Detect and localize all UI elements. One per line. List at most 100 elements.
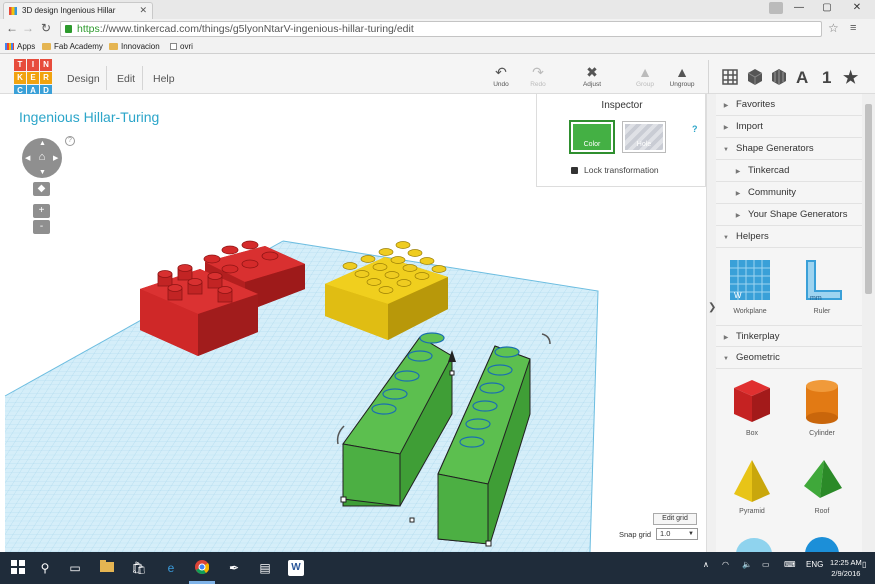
panel-scrollbar[interactable] [862,94,875,552]
view-help-icon[interactable]: ? [65,136,75,146]
notepad-icon[interactable]: ▤ [257,560,273,576]
workplane-canvas[interactable]: Ingenious Hillar-Turing ▲ ▼ ◀ ▶ ⌂ ? ◆ + … [0,94,706,552]
file-explorer-icon[interactable] [99,560,115,576]
tinkercad-logo[interactable]: T I N K E R C A D [14,59,54,99]
wifi-icon[interactable]: ◠ [722,560,729,569]
number-icon[interactable]: 1 [822,68,831,88]
forward-icon[interactable]: → [22,21,34,35]
window-close-icon[interactable]: ✕ [843,2,871,13]
shape-cylinder[interactable]: Cylinder [792,376,852,437]
design-title[interactable]: Ingenious Hillar-Turing [19,109,159,125]
bookmark-fab-academy[interactable]: Fab Academy [42,41,103,52]
orbit-down-icon[interactable]: ▼ [39,169,46,176]
tool-label: Undo [493,81,509,88]
tray-up-icon[interactable]: ∧ [703,560,709,569]
lock-transformation-toggle[interactable]: Lock transformation [571,165,659,175]
menu-help[interactable]: Help [153,73,175,85]
menu-design[interactable]: Design [67,73,100,85]
logo-letter: T [14,59,26,71]
notifications-icon[interactable]: ▯ [862,560,866,569]
profile-icon[interactable] [769,2,783,14]
chrome-menu-icon[interactable]: ≡ [850,22,856,34]
shape-pyramid[interactable]: Pyramid [722,458,782,515]
fit-view-button[interactable]: ◆ [33,182,50,196]
section-favorites[interactable]: ▶ Favorites [716,94,862,116]
bookmark-apps[interactable]: Apps [5,41,35,52]
shape-label: Pyramid [739,508,765,515]
shape-round-roof[interactable] [722,534,782,552]
hole-swatch[interactable]: Hole [623,122,665,152]
shape-label: Ruler [813,308,831,315]
hole-label: Hole [636,141,652,148]
address-bar[interactable]: https://www.tinkercad.com/things/g5lyonN… [60,21,822,37]
section-your-shape-generators[interactable]: ▶ Your Shape Generators [716,204,862,226]
text-icon[interactable]: A [796,68,808,88]
workplane-grid-icon[interactable] [721,68,739,91]
language-indicator[interactable]: ENG [806,560,823,569]
undo-button[interactable]: ↶ Undo [483,65,519,88]
lock-label: Lock transformation [584,165,659,175]
helper-ruler[interactable]: mm Ruler [792,256,852,315]
minimize-icon[interactable]: — [785,2,813,13]
adjust-button[interactable]: ✖ Adjust [574,65,610,88]
section-tinkercad[interactable]: ▶ Tinkercad [716,160,862,182]
store-icon[interactable]: 🛍 [131,560,147,576]
reload-icon[interactable]: ↻ [41,21,51,35]
orbit-left-icon[interactable]: ◀ [25,154,30,162]
panel-collapse-handle[interactable]: ❯ [706,94,716,552]
clock-date: 2/9/2016 [831,569,861,578]
shape-roof[interactable]: Roof [792,458,852,515]
bookmark-ovri[interactable]: ovri [170,41,193,52]
orbit-control[interactable]: ▲ ▼ ◀ ▶ ⌂ [22,138,62,178]
battery-icon[interactable]: ▭ [762,560,770,569]
resize-handle[interactable] [485,540,492,547]
helper-workplane[interactable]: W Workplane [720,256,780,315]
section-community[interactable]: ▶ Community [716,182,862,204]
search-icon[interactable]: ⚲ [37,560,53,576]
inspector-help-icon[interactable]: ? [692,124,698,134]
shape-box[interactable]: Box [722,376,782,437]
bookmark-innovacion[interactable]: Innovacion [109,41,160,52]
section-geometric[interactable]: ▼ Geometric [716,347,862,369]
group-button[interactable]: ▲ Group [627,65,663,88]
redo-button[interactable]: ↷ Redo [520,65,556,88]
windows-start-icon[interactable] [10,560,26,576]
color-swatch[interactable]: Color [571,122,613,152]
ball-view-icon[interactable] [770,68,788,91]
shape-sphere[interactable] [792,534,852,552]
maximize-icon[interactable]: ▢ [813,2,841,13]
scrollbar-thumb[interactable] [865,104,872,294]
keyboard-icon[interactable]: ⌨ [784,560,796,569]
section-shape-generators[interactable]: ▼ Shape Generators [716,138,862,160]
snap-grid-select[interactable]: 1.0 ▼ [656,528,698,540]
task-view-icon[interactable]: ▭ [67,560,83,576]
edit-grid-button[interactable]: Edit grid [653,513,697,525]
word-icon[interactable]: W [288,560,304,576]
star-icon[interactable]: ★ [843,68,858,88]
section-helpers[interactable]: ▼ Helpers [716,226,862,248]
chrome-icon[interactable] [194,560,210,576]
orbit-up-icon[interactable]: ▲ [39,140,46,147]
zoom-out-button[interactable]: - [33,220,50,234]
zoom-in-button[interactable]: + [33,204,50,218]
bookmark-star-icon[interactable]: ☆ [828,21,839,35]
ungroup-button[interactable]: ▲ Ungroup [664,65,700,88]
section-tinkerplay[interactable]: ▶ Tinkerplay [716,325,862,347]
edge-browser-icon[interactable]: e [163,560,179,576]
browser-tab[interactable]: 3D design Ingenious Hillar ✕ [3,2,153,19]
menu-edit[interactable]: Edit [117,73,135,85]
section-label: Tinkercad [748,165,790,176]
section-label: Community [748,187,797,198]
resize-handle[interactable] [340,496,347,503]
volume-icon[interactable]: 🔈 [742,560,752,569]
home-view-icon[interactable]: ⌂ [35,150,49,164]
resize-handle[interactable] [409,517,415,523]
inkscape-icon[interactable]: ✒ [226,560,242,576]
orbit-right-icon[interactable]: ▶ [53,154,58,162]
tab-close-icon[interactable]: ✕ [139,3,147,18]
system-clock[interactable]: 12:25 AM 2/9/2016 [830,557,862,579]
section-import[interactable]: ▶ Import [716,116,862,138]
back-icon[interactable]: ← [6,21,18,35]
box-view-icon[interactable] [746,68,764,91]
resize-handle[interactable] [449,370,455,376]
